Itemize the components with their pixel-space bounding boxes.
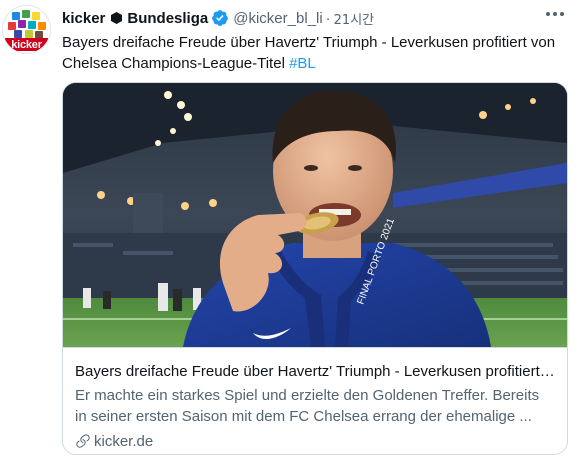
tweet-text: Bayers dreifache Freude über Havertz' Tr… — [62, 32, 562, 74]
card-photo: FINAL PORTO 2021 — [63, 83, 567, 347]
hashtag-link[interactable]: #BL — [289, 55, 316, 72]
avatar-logo-text: kicker — [11, 38, 42, 51]
separator-dot: · — [325, 9, 331, 27]
card-image[interactable]: FINAL PORTO 2021 — [63, 83, 567, 347]
card-domain-text[interactable]: kicker.de — [94, 433, 153, 450]
card-description: Er machte ein starkes Spiel und erzielte… — [75, 387, 540, 425]
avatar-logo-band: kicker — [5, 38, 48, 51]
card-body[interactable]: Bayers dreifache Freude über Havertz' Tr… — [63, 347, 567, 454]
verified-badge-icon — [212, 10, 229, 26]
tweet[interactable]: kicker kicker Bundesliga @kicker_bl_li ·… — [0, 0, 576, 461]
avatar[interactable]: kicker — [2, 5, 51, 54]
author-handle[interactable]: @kicker_bl_li — [233, 10, 322, 27]
card-title[interactable]: Bayers dreifache Freude über Havertz' Tr… — [75, 363, 557, 380]
author-name-suffix[interactable]: Bundesliga — [127, 10, 208, 27]
tweet-header: kicker Bundesliga @kicker_bl_li · 21시간 — [62, 8, 374, 28]
link-icon — [76, 434, 90, 448]
more-options-icon[interactable] — [546, 12, 564, 18]
hexagon-icon — [111, 12, 123, 24]
card-domain[interactable]: kicker.de — [75, 432, 153, 450]
link-card[interactable]: FINAL PORTO 2021 Bayers dreifache Freude… — [62, 82, 568, 455]
author-name[interactable]: kicker — [62, 10, 105, 27]
tweet-timestamp[interactable]: 21시간 — [334, 9, 374, 28]
